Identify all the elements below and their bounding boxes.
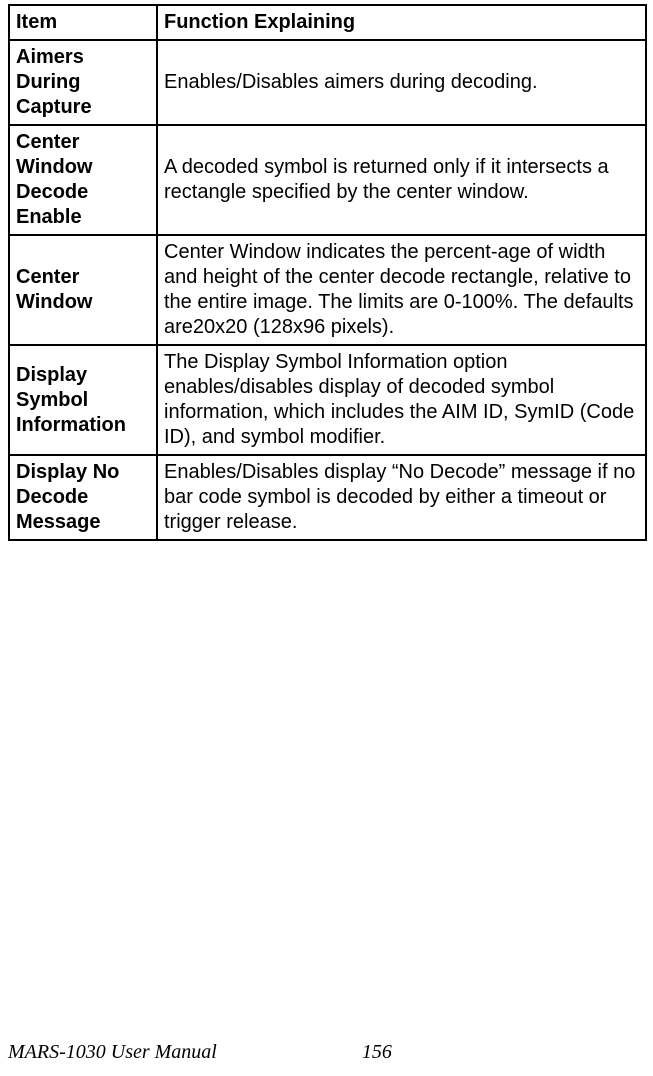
table-row: Center Window Decode Enable A decoded sy… (9, 125, 646, 235)
header-item: Item (9, 5, 157, 40)
item-cell: Display Symbol Information (9, 345, 157, 455)
table-row: Aimers During Capture Enables/Disables a… (9, 40, 646, 125)
explain-cell: The Display Symbol Information option en… (157, 345, 646, 455)
item-cell: Display No Decode Message (9, 455, 157, 540)
explain-cell: A decoded symbol is returned only if it … (157, 125, 646, 235)
item-cell: Center Window (9, 235, 157, 345)
item-cell: Aimers During Capture (9, 40, 157, 125)
table-row: Center Window Center Window indicates th… (9, 235, 646, 345)
page-container: Item Function Explaining Aimers During C… (0, 0, 653, 1076)
footer-page-number: 156 (362, 1041, 392, 1064)
header-explain: Function Explaining (157, 5, 646, 40)
table-row: Display No Decode Message Enables/Disabl… (9, 455, 646, 540)
explain-cell: Center Window indicates the percent-age … (157, 235, 646, 345)
table-row: Display Symbol Information The Display S… (9, 345, 646, 455)
footer-title: MARS-1030 User Manual (8, 1041, 217, 1064)
page-footer: MARS-1030 User Manual 156 (8, 1041, 645, 1064)
explain-cell: Enables/Disables aimers during decoding. (157, 40, 646, 125)
table-header-row: Item Function Explaining (9, 5, 646, 40)
item-cell: Center Window Decode Enable (9, 125, 157, 235)
settings-table: Item Function Explaining Aimers During C… (8, 4, 647, 541)
explain-cell: Enables/Disables display “No Decode” mes… (157, 455, 646, 540)
